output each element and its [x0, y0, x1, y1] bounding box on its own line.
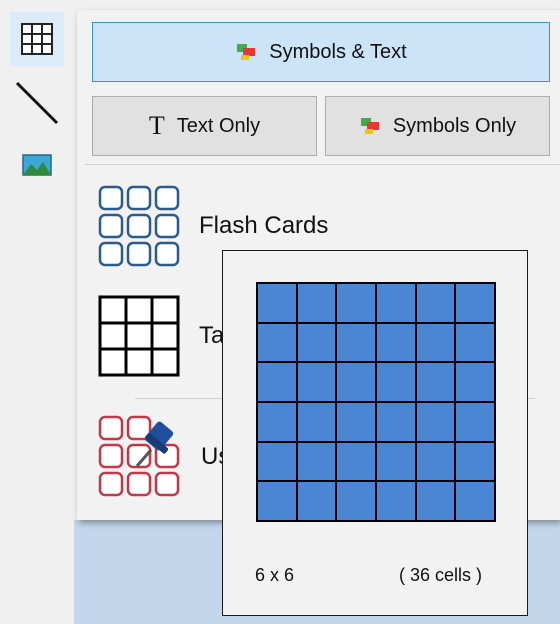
- grid-cell[interactable]: [337, 482, 375, 520]
- grid-cell[interactable]: [377, 482, 415, 520]
- grid-cell[interactable]: [297, 442, 336, 481]
- grid-cell[interactable]: [416, 323, 455, 362]
- grid-cell[interactable]: [456, 284, 494, 322]
- grid-cell[interactable]: [416, 403, 455, 441]
- grid-cell[interactable]: [377, 323, 415, 362]
- grid-cell[interactable]: [337, 442, 375, 481]
- menu-item-user-templates[interactable]: Us: [97, 414, 230, 500]
- grid-cell[interactable]: [297, 323, 336, 362]
- grid-cell[interactable]: [258, 323, 296, 362]
- symbols-only-button[interactable]: Symbols Only: [325, 96, 550, 156]
- symbols-and-text-button[interactable]: Symbols & Text: [92, 22, 550, 82]
- table-label: Ta: [199, 322, 225, 349]
- grid-cell[interactable]: [258, 403, 296, 441]
- grid-cell[interactable]: [377, 442, 415, 481]
- grid-cell[interactable]: [258, 442, 296, 481]
- grid-cell[interactable]: [258, 482, 296, 520]
- grid-cell[interactable]: [337, 284, 375, 322]
- grid-cell[interactable]: [456, 442, 494, 481]
- symbols-and-text-label: Symbols & Text: [269, 40, 407, 63]
- left-toolbar: [0, 0, 74, 624]
- table-grid-icon: [21, 23, 53, 55]
- grid-cell[interactable]: [297, 482, 336, 520]
- flash-cards-label: Flash Cards: [199, 212, 329, 239]
- text-icon: T: [148, 111, 165, 140]
- image-button[interactable]: [10, 138, 64, 192]
- grid-cell[interactable]: [258, 363, 296, 401]
- grid-cell[interactable]: [297, 363, 336, 401]
- grid-cell[interactable]: [416, 363, 455, 401]
- line-tool-button[interactable]: [10, 76, 64, 130]
- text-only-button[interactable]: T Text Only: [92, 96, 317, 156]
- grid-cell[interactable]: [377, 403, 415, 441]
- grid-cell[interactable]: [337, 363, 375, 401]
- menu-item-table[interactable]: Ta: [97, 294, 224, 378]
- grid-cell[interactable]: [297, 284, 336, 322]
- grid-cell[interactable]: [377, 284, 415, 322]
- image-icon: [22, 154, 52, 176]
- user-templates-icon: [98, 415, 180, 497]
- cell-count-label: ( 36 cells ): [399, 565, 483, 585]
- table-grid-button[interactable]: [10, 12, 64, 66]
- table-icon: [98, 295, 180, 377]
- symbols-only-label: Symbols Only: [392, 114, 517, 137]
- grid-cell[interactable]: [456, 323, 494, 362]
- grid-preview[interactable]: [256, 282, 496, 522]
- grid-cell[interactable]: [297, 403, 336, 441]
- grid-cell[interactable]: [456, 403, 494, 441]
- grid-cell[interactable]: [377, 363, 415, 401]
- grid-cell[interactable]: [456, 363, 494, 401]
- grid-cell[interactable]: [416, 482, 455, 520]
- line-tool-icon: [15, 81, 59, 125]
- flash-cards-icon: [98, 185, 180, 267]
- grid-cell[interactable]: [258, 284, 296, 322]
- grid-cell[interactable]: [416, 284, 455, 322]
- text-only-label: Text Only: [176, 114, 261, 137]
- grid-cell[interactable]: [456, 482, 494, 520]
- grid-cell[interactable]: [416, 442, 455, 481]
- menu-separator: [85, 164, 560, 165]
- grid-size-preview[interactable]: 6 x 6 ( 36 cells ): [222, 250, 528, 616]
- grid-cell[interactable]: [337, 323, 375, 362]
- symbols-icon: [235, 42, 259, 62]
- symbols-icon: [359, 116, 383, 136]
- grid-size-label: 6 x 6: [255, 565, 295, 585]
- grid-cell[interactable]: [337, 403, 375, 441]
